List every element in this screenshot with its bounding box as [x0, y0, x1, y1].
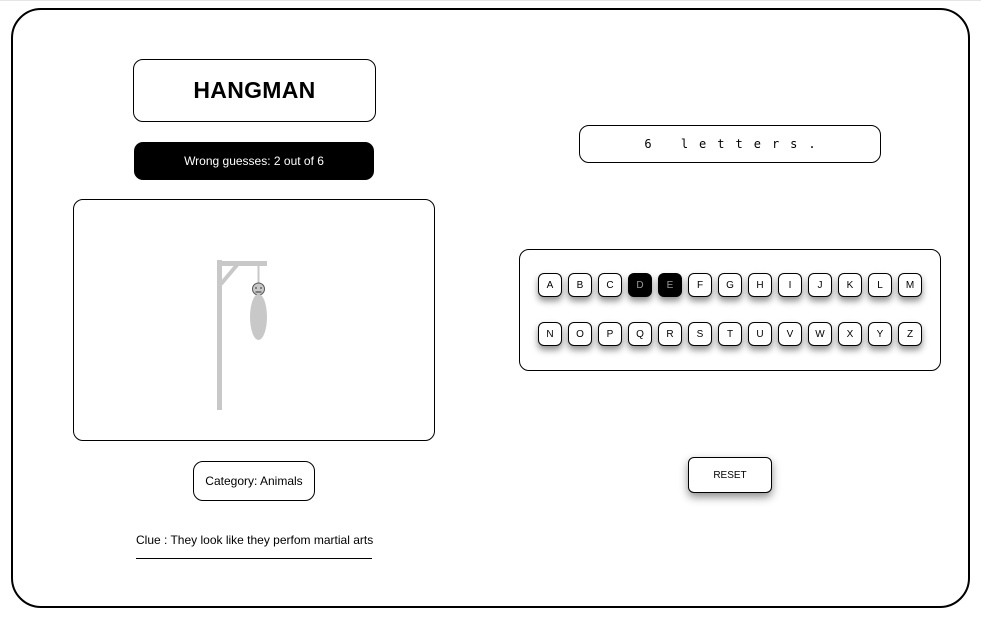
hangman-drawing — [73, 199, 435, 441]
word-display: 6 letters. — [579, 125, 881, 163]
key-p[interactable]: P — [598, 322, 622, 346]
key-o[interactable]: O — [568, 322, 592, 346]
gallows-brace — [219, 263, 239, 286]
gallows-rope — [257, 264, 260, 285]
clue-label: Clue : They look like they perfom martia… — [136, 533, 374, 547]
key-v[interactable]: V — [778, 322, 802, 346]
key-m[interactable]: M — [898, 273, 922, 297]
game-title: HANGMAN — [133, 59, 376, 122]
key-z[interactable]: Z — [898, 322, 922, 346]
hangman-figure — [250, 282, 267, 340]
reset-button[interactable]: RESET — [688, 457, 772, 493]
category-label: Category: Animals — [193, 461, 315, 501]
key-a[interactable]: A — [538, 273, 562, 297]
key-n[interactable]: N — [538, 322, 562, 346]
key-t[interactable]: T — [718, 322, 742, 346]
key-q[interactable]: Q — [628, 322, 652, 346]
key-l[interactable]: L — [868, 273, 892, 297]
keyboard-row-1: ABCDEFGHIJKLM — [538, 273, 922, 297]
key-k[interactable]: K — [838, 273, 862, 297]
key-x[interactable]: X — [838, 322, 862, 346]
key-h[interactable]: H — [748, 273, 772, 297]
key-b[interactable]: B — [568, 273, 592, 297]
key-r[interactable]: R — [658, 322, 682, 346]
keyboard-row-2: NOPQRSTUVWXYZ — [538, 322, 922, 346]
hangman-body — [250, 294, 267, 340]
key-e[interactable]: E — [658, 273, 682, 297]
clue-text: Clue : They look like they perfom martia… — [136, 531, 374, 559]
key-i[interactable]: I — [778, 273, 802, 297]
hangman-head — [252, 282, 265, 296]
key-d[interactable]: D — [628, 273, 652, 297]
key-j[interactable]: J — [808, 273, 832, 297]
key-s[interactable]: S — [688, 322, 712, 346]
letter-keyboard: ABCDEFGHIJKLM NOPQRSTUVWXYZ — [519, 249, 941, 371]
key-u[interactable]: U — [748, 322, 772, 346]
key-y[interactable]: Y — [868, 322, 892, 346]
key-f[interactable]: F — [688, 273, 712, 297]
key-w[interactable]: W — [808, 322, 832, 346]
hangman-gallows-icon — [217, 260, 267, 410]
key-g[interactable]: G — [718, 273, 742, 297]
key-c[interactable]: C — [598, 273, 622, 297]
wrong-guesses-badge: Wrong guesses: 2 out of 6 — [134, 142, 374, 180]
top-divider — [0, 0, 981, 1]
